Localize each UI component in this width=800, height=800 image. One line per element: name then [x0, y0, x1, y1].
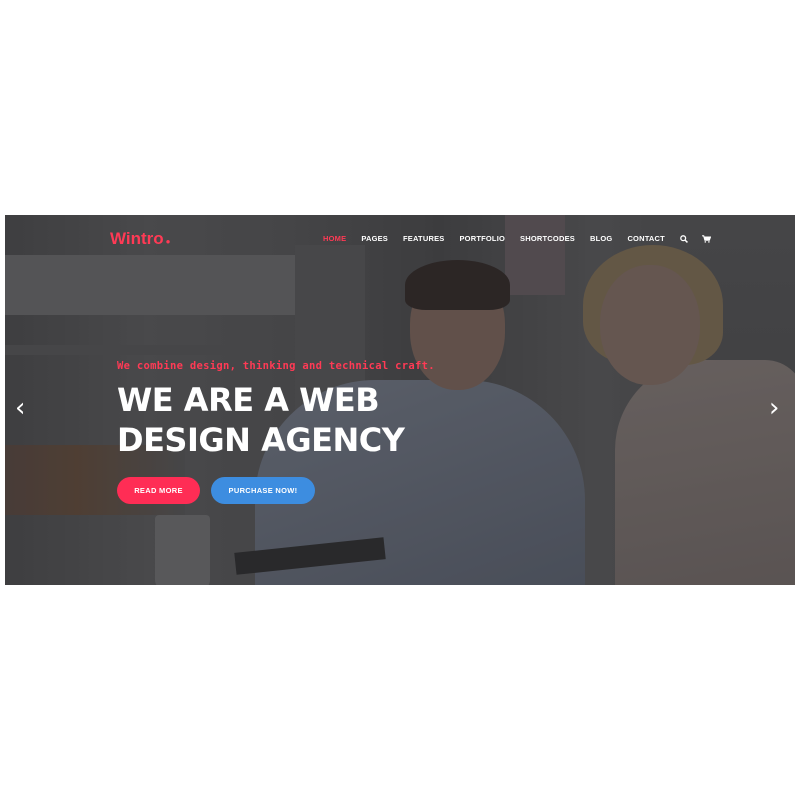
headline-line-2: DESIGN AGENCY — [117, 421, 405, 459]
hero-slider: Wintro ● HOME PAGES FEATURES PORTFOLIO SH… — [5, 215, 795, 585]
hero-tagline: We combine design, thinking and technica… — [117, 360, 435, 372]
prev-slide-arrow-icon[interactable]: ‹ — [15, 395, 25, 421]
hero-headline: WE ARE A WEB DESIGN AGENCY — [117, 380, 405, 460]
main-nav: HOME PAGES FEATURES PORTFOLIO SHORTCODES… — [323, 234, 725, 243]
purchase-now-button[interactable]: PURCHASE NOW! — [211, 477, 315, 504]
nav-blog[interactable]: BLOG — [590, 234, 612, 243]
logo-text: Wintro — [110, 229, 164, 248]
nav-contact[interactable]: CONTACT — [627, 234, 665, 243]
nav-portfolio[interactable]: PORTFOLIO — [459, 234, 505, 243]
read-more-button[interactable]: READ MORE — [117, 477, 200, 504]
nav-shortcodes[interactable]: SHORTCODES — [520, 234, 575, 243]
site-logo[interactable]: Wintro ● — [110, 229, 171, 249]
search-icon[interactable] — [680, 234, 688, 243]
headline-line-1: WE ARE A WEB — [117, 381, 380, 419]
cart-icon[interactable] — [702, 234, 711, 243]
logo-dot: ● — [165, 237, 171, 246]
next-slide-arrow-icon[interactable]: › — [769, 395, 779, 421]
nav-features[interactable]: FEATURES — [403, 234, 444, 243]
nav-pages[interactable]: PAGES — [361, 234, 388, 243]
nav-home[interactable]: HOME — [323, 234, 346, 243]
